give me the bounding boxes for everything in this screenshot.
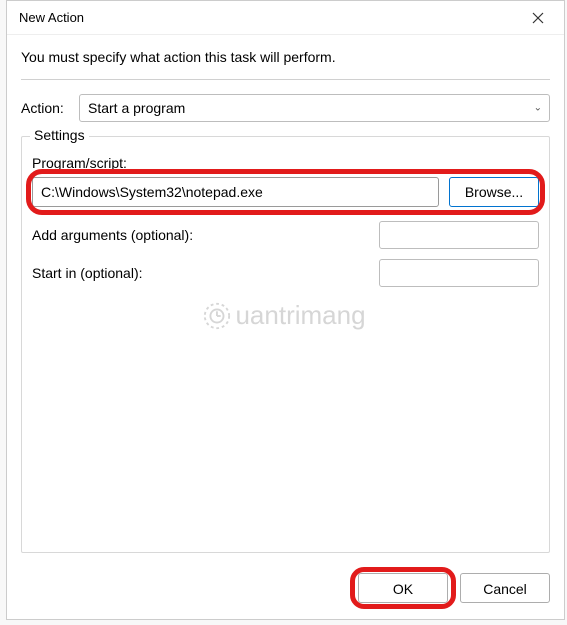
startin-input[interactable] — [379, 259, 539, 287]
cancel-button[interactable]: Cancel — [460, 573, 550, 603]
instruction-text: You must specify what action this task w… — [21, 49, 550, 65]
action-select[interactable]: Start a program ⌄ — [79, 94, 550, 122]
ok-button[interactable]: OK — [358, 573, 448, 603]
startin-label: Start in (optional): — [32, 265, 379, 281]
arguments-label: Add arguments (optional): — [32, 227, 379, 243]
program-row: Browse... — [32, 177, 539, 207]
ok-button-wrap: OK — [358, 573, 448, 603]
arguments-input[interactable] — [379, 221, 539, 249]
close-icon — [532, 12, 544, 24]
new-action-dialog: New Action You must specify what action … — [6, 0, 565, 620]
settings-legend: Settings — [30, 127, 89, 143]
action-select-value: Start a program — [79, 94, 550, 122]
close-button[interactable] — [516, 3, 560, 33]
action-label: Action: — [21, 100, 69, 116]
settings-fieldset: Settings Program/script: Browse... Add a… — [21, 136, 550, 553]
action-row: Action: Start a program ⌄ — [21, 94, 550, 122]
divider — [21, 79, 550, 80]
browse-button[interactable]: Browse... — [449, 177, 539, 207]
program-script-label: Program/script: — [32, 155, 539, 171]
startin-row: Start in (optional): — [32, 259, 539, 287]
window-title: New Action — [19, 10, 516, 25]
dialog-footer: OK Cancel — [7, 563, 564, 619]
arguments-row: Add arguments (optional): — [32, 221, 539, 249]
dialog-content: You must specify what action this task w… — [7, 35, 564, 563]
program-script-input[interactable] — [32, 177, 439, 207]
titlebar: New Action — [7, 1, 564, 35]
